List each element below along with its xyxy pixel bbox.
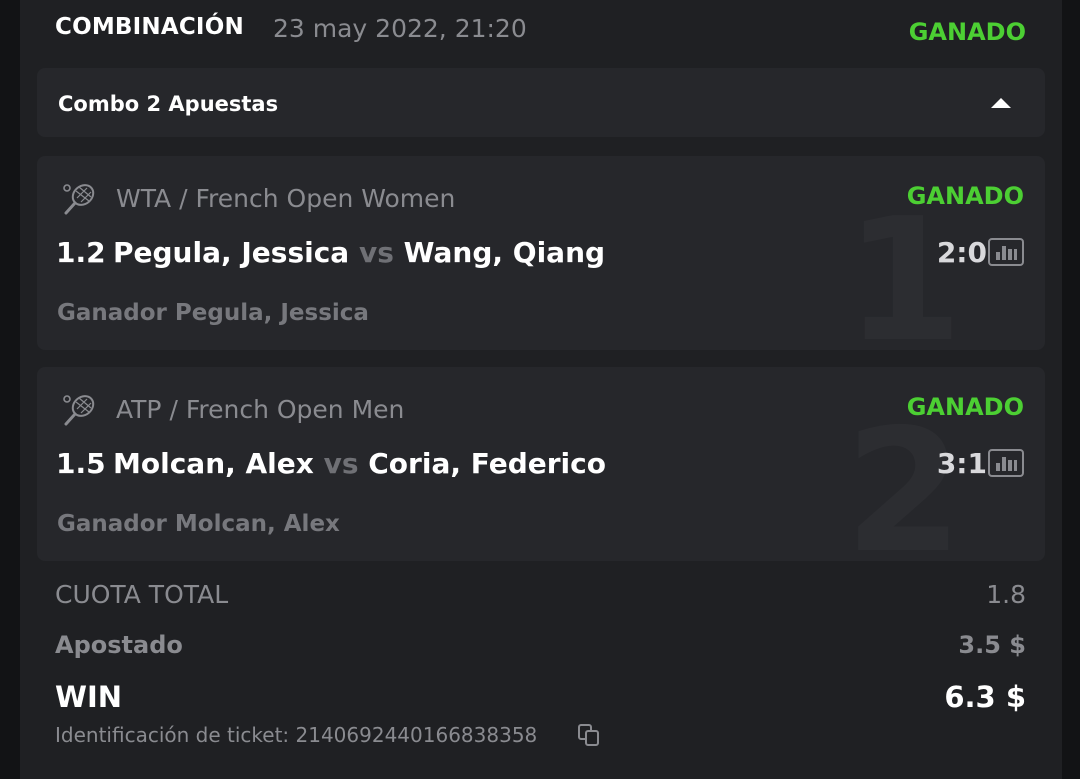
- event-matchup[interactable]: Pegula, Jessica vs Wang, Qiang: [113, 236, 605, 269]
- versus-label: vs: [323, 447, 359, 480]
- event-matchup[interactable]: Molcan, Alex vs Coria, Federico: [113, 447, 606, 480]
- event-selection: Ganador Molcan, Alex: [57, 511, 340, 537]
- total-odds-value: 1.8: [986, 580, 1026, 609]
- bet-ticket-card: COMBINACIÓN 23 may 2022, 21:20 GANADO Co…: [20, 0, 1062, 779]
- ticket-id: Identificación de ticket: 21406924401668…: [55, 723, 538, 747]
- away-player: Coria, Federico: [368, 447, 606, 480]
- tennis-racket-icon: [63, 395, 95, 426]
- event-score: 3:1: [936, 447, 987, 480]
- staked-label: Apostado: [55, 631, 183, 659]
- event-score: 2:0: [936, 236, 987, 269]
- event-odds: 1.5: [56, 447, 106, 480]
- event-odds: 1.2: [56, 236, 106, 269]
- event-league: ATP / French Open Men: [116, 395, 405, 424]
- bet-date: 23 may 2022, 21:20: [273, 14, 527, 43]
- event-status-badge: GANADO: [906, 182, 1024, 210]
- home-player: Molcan, Alex: [113, 447, 314, 480]
- home-player: Pegula, Jessica: [113, 236, 350, 269]
- event-status-badge: GANADO: [906, 393, 1024, 421]
- bet-status-badge: GANADO: [908, 18, 1026, 46]
- copy-icon[interactable]: [576, 722, 602, 748]
- bet-event-1: 1 WTA / French Open Women GANADO 1.2 Peg…: [37, 156, 1045, 350]
- event-league: WTA / French Open Women: [116, 184, 456, 213]
- stats-chart-icon[interactable]: [988, 238, 1024, 266]
- event-index-watermark: 1: [844, 182, 963, 350]
- win-value: 6.3 $: [944, 680, 1026, 714]
- caret-up-icon[interactable]: [991, 98, 1011, 108]
- versus-label: vs: [358, 236, 394, 269]
- combo-title: Combo 2 Apuestas: [58, 92, 279, 116]
- stats-chart-icon[interactable]: [988, 449, 1024, 477]
- event-selection: Ganador Pegula, Jessica: [57, 300, 369, 326]
- win-label: WIN: [55, 680, 123, 714]
- away-player: Wang, Qiang: [403, 236, 606, 269]
- total-odds-label: CUOTA TOTAL: [55, 580, 229, 609]
- tennis-racket-icon: [63, 184, 95, 215]
- bet-event-2: 2 ATP / French Open Men GANADO 1.5 Molca…: [37, 367, 1045, 561]
- staked-value: 3.5 $: [958, 631, 1026, 659]
- event-index-watermark: 2: [844, 393, 963, 561]
- combo-toggle[interactable]: Combo 2 Apuestas: [37, 68, 1045, 137]
- bet-type-label: COMBINACIÓN: [55, 14, 244, 40]
